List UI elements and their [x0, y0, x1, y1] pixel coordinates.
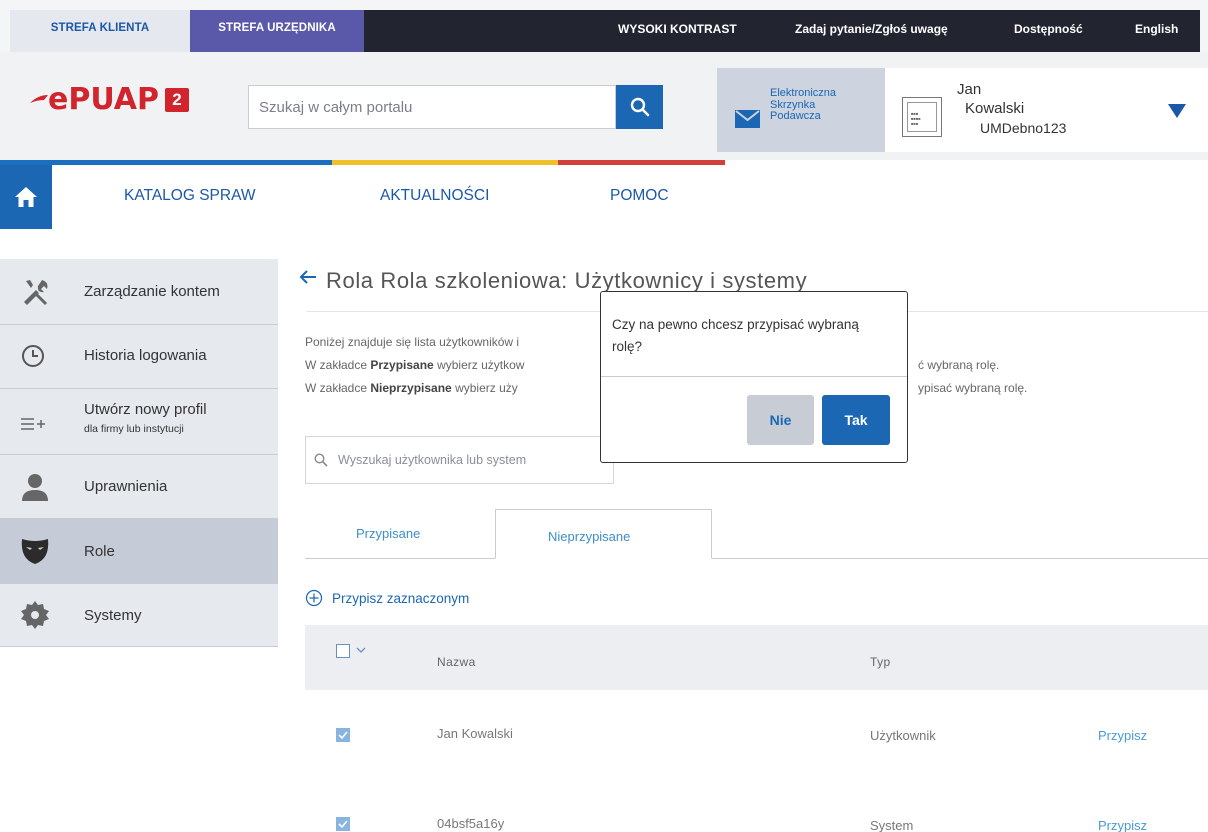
row-checkbox[interactable]: [336, 817, 350, 831]
row-assign-link[interactable]: Przypisz: [1098, 818, 1147, 832]
assign-selected-button[interactable]: Przypisz zaznaczonym: [305, 589, 469, 607]
search-icon: [314, 453, 328, 467]
logo-swoosh-icon: [30, 95, 48, 103]
logo-number: 2: [164, 88, 189, 112]
portal-search-button[interactable]: [616, 85, 663, 129]
esp-label-line3: Podawcza: [770, 110, 821, 122]
logo-text: ePUAP: [48, 82, 159, 117]
sidebar-item-permissions[interactable]: Uprawnienia: [0, 455, 278, 519]
envelope-icon: [735, 110, 760, 128]
nav-item-catalog[interactable]: KATALOG SPRAW: [124, 187, 256, 205]
column-header-name: Nazwa: [437, 655, 476, 669]
column-header-type: Typ: [870, 655, 891, 669]
home-button[interactable]: [0, 165, 52, 229]
assign-selected-label: Przypisz zaznaczonym: [332, 590, 470, 606]
ask-question-link[interactable]: Zadaj pytanie/Zgłoś uwagę: [795, 22, 948, 36]
row-type: Użytkownik: [870, 728, 936, 743]
table-row: 04bsf5a16y System Przypisz: [305, 780, 1208, 832]
description-line-2-end: ć wybraną rolę.: [918, 358, 1000, 372]
sidebar-item-login-history[interactable]: Historia logowania: [0, 325, 278, 389]
search-icon: [630, 97, 649, 117]
sidebar-item-label: Zarządzanie kontem: [84, 283, 220, 300]
nav-item-news[interactable]: AKTUALNOŚCI: [380, 187, 489, 205]
sidebar-item-new-profile[interactable]: Utwórz nowy profil dla firmy lub instytu…: [0, 389, 278, 455]
high-contrast-link[interactable]: WYSOKI KONTRAST: [618, 22, 737, 36]
table-header: Nazwa Typ: [305, 625, 1208, 690]
tabs-baseline: [305, 558, 1208, 559]
user-login: UMDebno123: [980, 120, 1067, 136]
row-checkbox[interactable]: [336, 728, 350, 742]
language-link[interactable]: English: [1135, 22, 1178, 36]
user-first-name: Jan: [957, 81, 982, 98]
epuap-logo[interactable]: ePUAP 2: [28, 80, 189, 120]
sidebar-item-roles[interactable]: Role: [0, 519, 278, 584]
confirm-message: Czy na pewno chcesz przypisać wybraną ro…: [612, 317, 859, 354]
avatar: ■■■ ■■■■ ■■■: [902, 97, 942, 137]
description-line-3-end: ypisać wybraną rolę.: [918, 381, 1028, 395]
tab-client-zone[interactable]: STREFA KLIENTA: [10, 10, 190, 52]
tab-assigned[interactable]: Przypisane: [356, 526, 420, 541]
esp-label-line1: Elektroniczna: [770, 87, 837, 99]
row-type: System: [870, 818, 914, 832]
no-button[interactable]: Nie: [747, 395, 814, 445]
check-icon: [338, 731, 348, 740]
select-all-checkbox[interactable]: [336, 644, 350, 658]
plus-circle-icon: [305, 589, 323, 607]
person-icon: [22, 474, 48, 501]
gear-icon: [21, 601, 49, 629]
sidebar-item-account[interactable]: Zarządzanie kontem: [0, 259, 278, 325]
user-last-name: Kowalski: [965, 100, 1025, 117]
accessibility-link[interactable]: Dostępność: [1014, 22, 1083, 36]
sidebar-item-label: Role: [84, 543, 115, 560]
tab-unassigned[interactable]: Nieprzypisane: [548, 529, 630, 544]
check-icon: [338, 820, 348, 829]
description-line-1: Poniżej znajduje się lista użytkowników …: [305, 335, 520, 349]
user-search-input[interactable]: [306, 437, 613, 483]
portal-search-box: [248, 85, 616, 129]
add-list-icon: [21, 418, 45, 430]
row-name: 04bsf5a16y: [437, 816, 505, 831]
tools-icon: [24, 280, 48, 306]
description-line-2: W zakładce Przypisane wybierz użytkow: [305, 358, 525, 372]
mask-icon: [21, 539, 49, 564]
esp-label: Elektroniczna Skrzynka Podawcza: [770, 87, 837, 123]
table-row: Jan Kowalski Użytkownik Przypisz: [305, 690, 1208, 780]
sidebar-item-systems[interactable]: Systemy: [0, 584, 278, 647]
row-assign-link[interactable]: Przypisz: [1098, 728, 1147, 743]
sidebar-item-label: Utwórz nowy profil: [84, 401, 207, 418]
user-search-box: [305, 436, 614, 484]
nav-item-help[interactable]: POMOC: [610, 187, 669, 205]
row-name: Jan Kowalski: [437, 726, 513, 741]
sidebar-item-sublabel: dla firmy lub instytucji: [84, 423, 184, 435]
chevron-down-icon[interactable]: [1168, 104, 1186, 118]
tab-official-zone[interactable]: STREFA URZĘDNIKA: [190, 10, 364, 52]
home-icon: [15, 187, 37, 207]
chevron-down-icon[interactable]: [356, 646, 366, 654]
sidebar-item-label: Historia logowania: [84, 347, 207, 364]
clock-icon: [22, 345, 44, 367]
dialog-divider: [601, 376, 907, 377]
yes-button[interactable]: Tak: [822, 395, 890, 445]
sidebar-item-label: Systemy: [84, 607, 142, 624]
portal-search-input[interactable]: [249, 86, 615, 128]
sidebar-item-label: Uprawnienia: [84, 478, 168, 495]
back-arrow-icon[interactable]: [298, 267, 318, 287]
description-line-3: W zakładce Nieprzypisane wybierz uży: [305, 381, 518, 395]
